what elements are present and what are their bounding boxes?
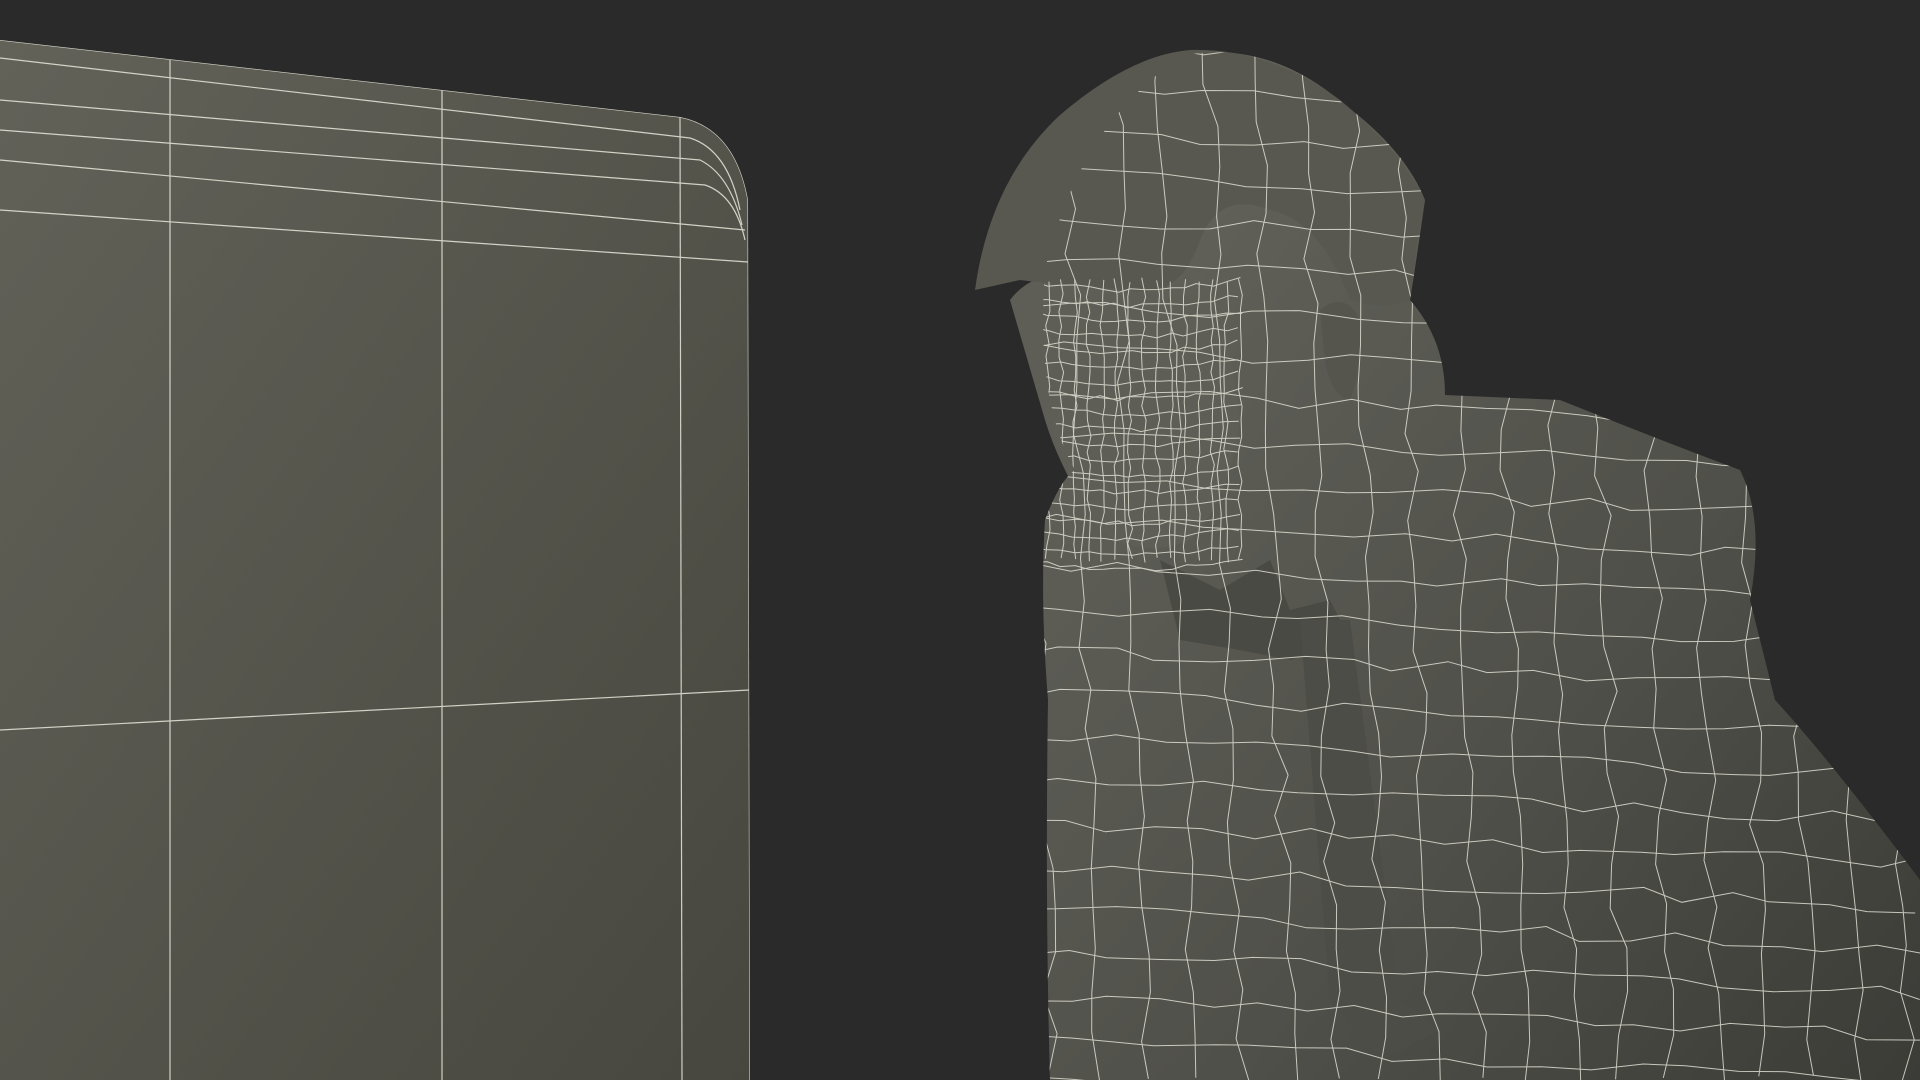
wireframe-render-scene [0,0,1920,1080]
monitor-panel-surface [0,40,750,1080]
monitor-panel [0,40,750,1080]
